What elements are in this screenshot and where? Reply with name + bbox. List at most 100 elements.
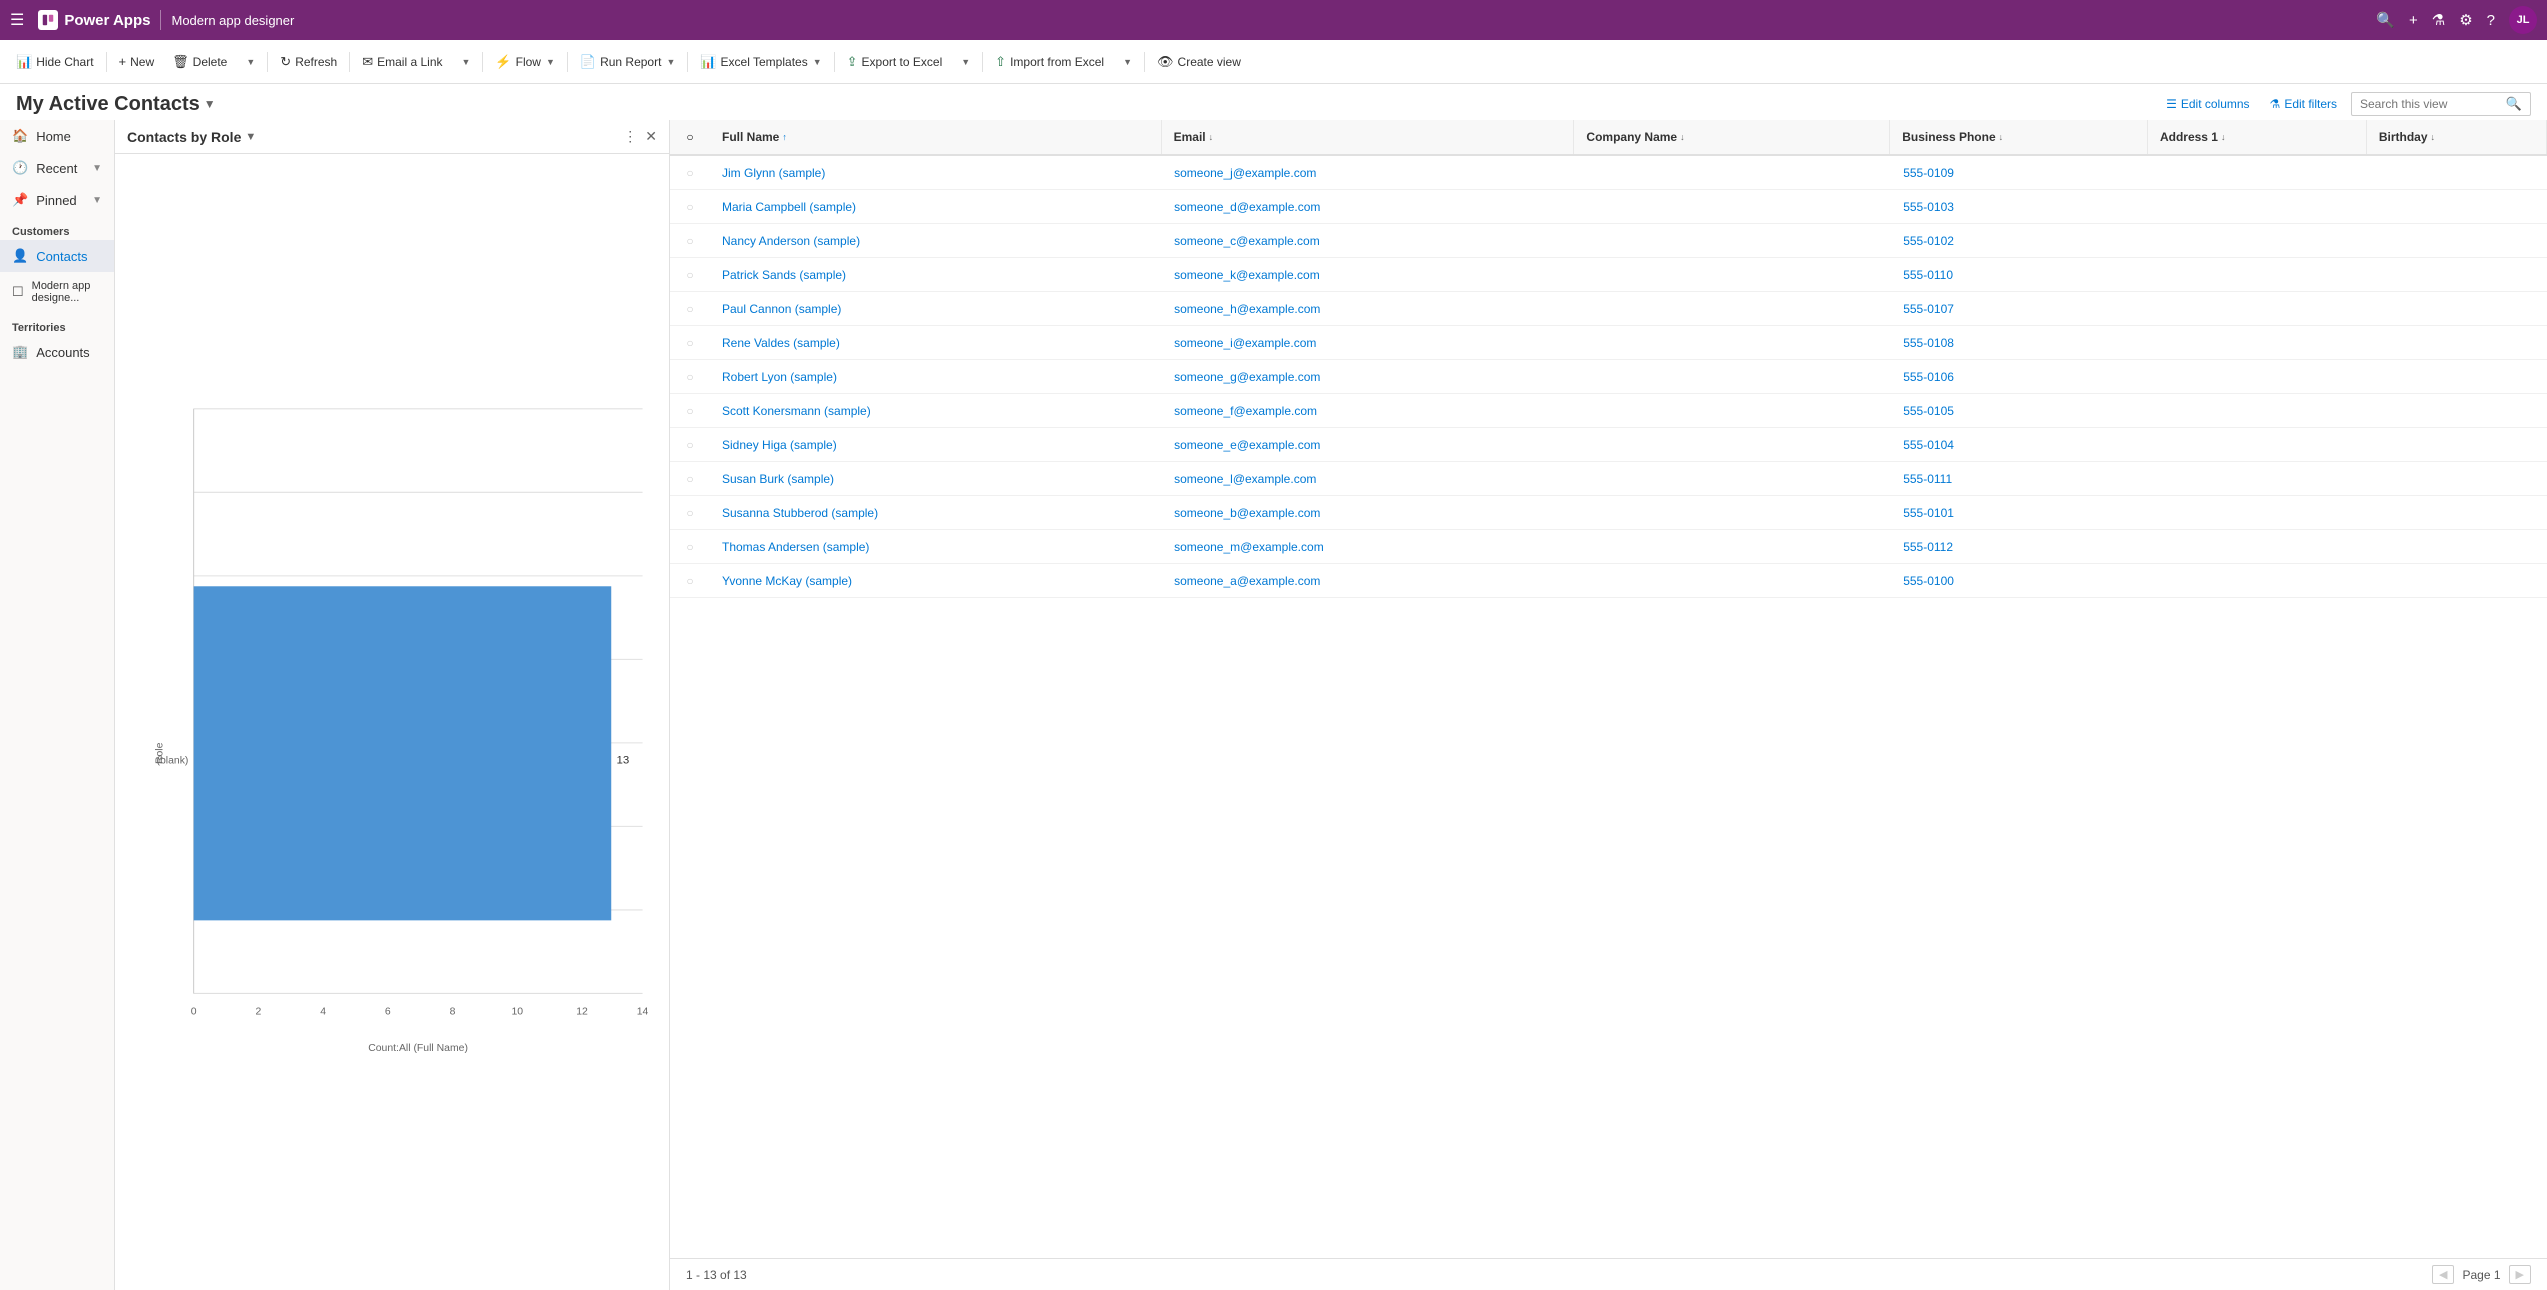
- phone-link-3[interactable]: 555-0110: [1903, 268, 1953, 282]
- email-link-12[interactable]: someone_a@example.com: [1174, 574, 1320, 588]
- email-link-0[interactable]: someone_j@example.com: [1174, 166, 1316, 180]
- phone-link-10[interactable]: 555-0101: [1903, 506, 1954, 520]
- fullname-link-0[interactable]: Jim Glynn (sample): [722, 166, 825, 180]
- email-link-1[interactable]: someone_d@example.com: [1174, 200, 1320, 214]
- import-from-excel-button[interactable]: ⇧ Import from Excel: [987, 50, 1112, 74]
- row-checkbox-5[interactable]: ○: [670, 326, 710, 359]
- create-view-button[interactable]: 👁 Create view: [1149, 50, 1249, 74]
- filter-icon[interactable]: ⚗: [2432, 11, 2445, 29]
- fullname-link-5[interactable]: Rene Valdes (sample): [722, 336, 840, 350]
- fullname-link-6[interactable]: Robert Lyon (sample): [722, 370, 837, 384]
- sidebar-item-accounts[interactable]: 🏢 Accounts: [0, 336, 114, 368]
- sidebar-item-contacts[interactable]: 👤 Contacts: [0, 240, 114, 272]
- row-checkbox-10[interactable]: ○: [670, 496, 710, 529]
- search-submit-icon[interactable]: 🔍: [2506, 96, 2522, 112]
- table-row[interactable]: ○ Scott Konersmann (sample) someone_f@ex…: [670, 394, 2547, 428]
- email-dropdown-button[interactable]: ▼: [453, 53, 479, 71]
- chart-title-chevron-icon[interactable]: ▼: [245, 131, 256, 143]
- search-icon[interactable]: 🔍: [2376, 11, 2395, 29]
- col-birthday-header[interactable]: Birthday ↓: [2367, 120, 2547, 154]
- col-company-header[interactable]: Company Name ↓: [1574, 120, 1890, 154]
- prev-page-button[interactable]: ◀: [2432, 1265, 2454, 1284]
- col-phone-header[interactable]: Business Phone ↓: [1890, 120, 2148, 154]
- email-link-11[interactable]: someone_m@example.com: [1174, 540, 1324, 554]
- table-row[interactable]: ○ Susanna Stubberod (sample) someone_b@e…: [670, 496, 2547, 530]
- table-row[interactable]: ○ Nancy Anderson (sample) someone_c@exam…: [670, 224, 2547, 258]
- table-row[interactable]: ○ Jim Glynn (sample) someone_j@example.c…: [670, 156, 2547, 190]
- phone-link-6[interactable]: 555-0106: [1903, 370, 1954, 384]
- export-to-excel-button[interactable]: ⇪ Export to Excel: [839, 50, 951, 74]
- excel-templates-button[interactable]: 📊 Excel Templates ▼: [692, 50, 829, 74]
- col-fullname-header[interactable]: Full Name ↑: [710, 120, 1162, 154]
- table-row[interactable]: ○ Susan Burk (sample) someone_l@example.…: [670, 462, 2547, 496]
- export-dropdown-button[interactable]: ▼: [952, 53, 978, 71]
- email-link-3[interactable]: someone_k@example.com: [1174, 268, 1320, 282]
- sidebar-item-pinned[interactable]: 📌 Pinned ▼: [0, 184, 114, 216]
- flow-button[interactable]: ⚡ Flow ▼: [487, 50, 562, 74]
- phone-link-9[interactable]: 555-0111: [1903, 472, 1952, 486]
- phone-link-7[interactable]: 555-0105: [1903, 404, 1954, 418]
- fullname-link-1[interactable]: Maria Campbell (sample): [722, 200, 856, 214]
- email-link-2[interactable]: someone_c@example.com: [1174, 234, 1320, 248]
- table-row[interactable]: ○ Maria Campbell (sample) someone_d@exam…: [670, 190, 2547, 224]
- fullname-link-3[interactable]: Patrick Sands (sample): [722, 268, 846, 282]
- col-checkbox-header[interactable]: ○: [670, 120, 710, 154]
- email-link-7[interactable]: someone_f@example.com: [1174, 404, 1317, 418]
- user-avatar[interactable]: JL: [2509, 6, 2537, 34]
- fullname-link-2[interactable]: Nancy Anderson (sample): [722, 234, 860, 248]
- refresh-button[interactable]: ↻ Refresh: [272, 50, 345, 74]
- bar-blank[interactable]: [194, 586, 612, 920]
- search-box[interactable]: 🔍: [2351, 92, 2531, 116]
- email-link-4[interactable]: someone_h@example.com: [1174, 302, 1320, 316]
- col-email-header[interactable]: Email ↓: [1162, 120, 1575, 154]
- row-checkbox-3[interactable]: ○: [670, 258, 710, 291]
- row-checkbox-6[interactable]: ○: [670, 360, 710, 393]
- email-link-8[interactable]: someone_e@example.com: [1174, 438, 1320, 452]
- sidebar-item-recent[interactable]: 🕐 Recent ▼: [0, 152, 114, 184]
- row-checkbox-8[interactable]: ○: [670, 428, 710, 461]
- next-page-button[interactable]: ▶: [2509, 1265, 2531, 1284]
- fullname-link-8[interactable]: Sidney Higa (sample): [722, 438, 837, 452]
- phone-link-1[interactable]: 555-0103: [1903, 200, 1954, 214]
- table-row[interactable]: ○ Robert Lyon (sample) someone_g@example…: [670, 360, 2547, 394]
- new-button[interactable]: + New: [111, 50, 163, 73]
- table-row[interactable]: ○ Rene Valdes (sample) someone_i@example…: [670, 326, 2547, 360]
- phone-link-12[interactable]: 555-0100: [1903, 574, 1954, 588]
- row-checkbox-0[interactable]: ○: [670, 156, 710, 189]
- help-icon[interactable]: ?: [2487, 12, 2495, 29]
- table-row[interactable]: ○ Patrick Sands (sample) someone_k@examp…: [670, 258, 2547, 292]
- row-checkbox-11[interactable]: ○: [670, 530, 710, 563]
- sidebar-item-modern-app-designer[interactable]: ☐ Modern app designe...: [0, 272, 114, 312]
- row-checkbox-2[interactable]: ○: [670, 224, 710, 257]
- hamburger-menu-icon[interactable]: ☰: [10, 10, 24, 30]
- fullname-link-7[interactable]: Scott Konersmann (sample): [722, 404, 871, 418]
- chart-more-options-icon[interactable]: ⋮: [623, 128, 637, 145]
- delete-button[interactable]: 🗑 Delete: [164, 50, 235, 74]
- sidebar-item-home[interactable]: 🏠 Home: [0, 120, 114, 152]
- phone-link-4[interactable]: 555-0107: [1903, 302, 1954, 316]
- email-link-6[interactable]: someone_g@example.com: [1174, 370, 1320, 384]
- edit-filters-button[interactable]: ⚗ Edit filters: [2264, 93, 2343, 115]
- phone-link-5[interactable]: 555-0108: [1903, 336, 1954, 350]
- email-link-9[interactable]: someone_l@example.com: [1174, 472, 1316, 486]
- phone-link-2[interactable]: 555-0102: [1903, 234, 1954, 248]
- row-checkbox-4[interactable]: ○: [670, 292, 710, 325]
- chart-close-icon[interactable]: ✕: [645, 128, 657, 145]
- settings-icon[interactable]: ⚙: [2459, 11, 2472, 29]
- phone-link-0[interactable]: 555-0109: [1903, 166, 1954, 180]
- fullname-link-11[interactable]: Thomas Andersen (sample): [722, 540, 869, 554]
- phone-link-8[interactable]: 555-0104: [1903, 438, 1954, 452]
- table-row[interactable]: ○ Thomas Andersen (sample) someone_m@exa…: [670, 530, 2547, 564]
- email-a-link-button[interactable]: ✉ Email a Link: [354, 50, 450, 74]
- table-row[interactable]: ○ Sidney Higa (sample) someone_e@example…: [670, 428, 2547, 462]
- row-checkbox-9[interactable]: ○: [670, 462, 710, 495]
- import-dropdown-button[interactable]: ▼: [1114, 53, 1140, 71]
- search-input[interactable]: [2360, 97, 2506, 111]
- phone-link-11[interactable]: 555-0112: [1903, 540, 1953, 554]
- fullname-link-4[interactable]: Paul Cannon (sample): [722, 302, 841, 316]
- edit-columns-button[interactable]: ☰ Edit columns: [2160, 93, 2255, 115]
- col-address-header[interactable]: Address 1 ↓: [2148, 120, 2367, 154]
- delete-dropdown-button[interactable]: ▼: [237, 53, 263, 71]
- fullname-link-10[interactable]: Susanna Stubberod (sample): [722, 506, 878, 520]
- table-row[interactable]: ○ Yvonne McKay (sample) someone_a@exampl…: [670, 564, 2547, 598]
